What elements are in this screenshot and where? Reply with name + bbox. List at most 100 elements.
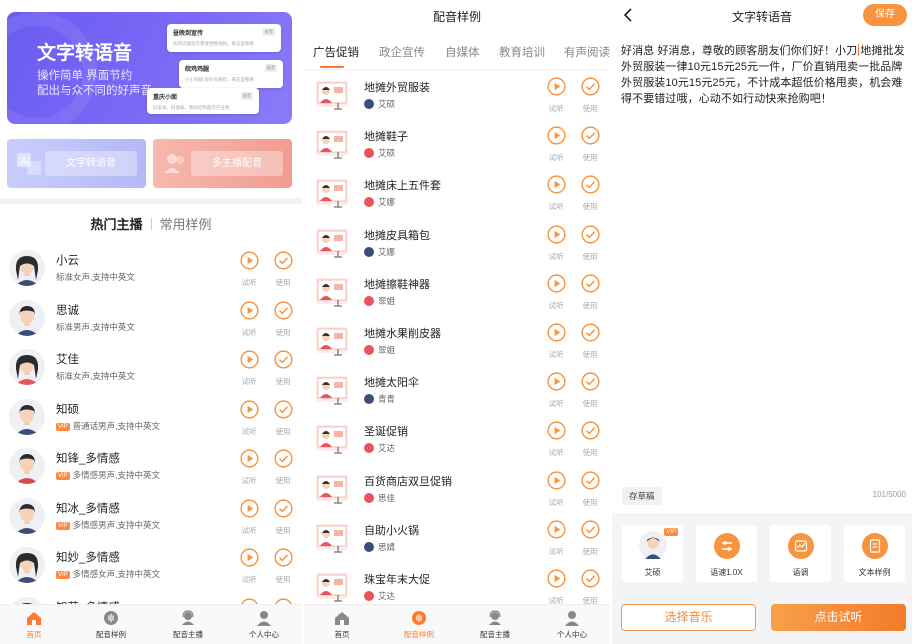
banner-card-title: 昼晚到宣传 xyxy=(173,31,204,37)
tab-anchors[interactable]: 配音主播 xyxy=(158,610,218,640)
listen-button[interactable]: 试听 xyxy=(238,300,260,338)
sample-row[interactable]: 圣诞促销 艾达 试听 使用 xyxy=(304,414,610,463)
sample-row[interactable]: 地摊鞋子 艾硕 试听 使用 xyxy=(304,119,610,168)
use-button[interactable]: 使用 xyxy=(579,470,601,508)
listen-button[interactable]: 试听 xyxy=(545,224,567,262)
broadcaster-thumbnail-icon xyxy=(316,474,348,503)
voice-avatar-icon xyxy=(639,531,667,559)
anchor-list: 小云 标准女声,支持中英文 试听 使用 思诚 标准男声,支持中英文 试听 使用 艾佳 标准女声,支… xyxy=(0,244,302,640)
sample-row[interactable]: 地摊床上五件套 艾娜 试听 使用 xyxy=(304,168,610,217)
use-button[interactable]: 使用 xyxy=(272,449,294,486)
anchor-avatar xyxy=(9,497,45,534)
use-button[interactable]: 使用 xyxy=(579,372,601,409)
save-button[interactable]: 保存 xyxy=(863,4,907,26)
check-icon xyxy=(580,569,600,588)
use-button[interactable]: 使用 xyxy=(579,520,601,557)
listen-button[interactable]: 试听 xyxy=(545,175,567,212)
anchor-row[interactable]: 知硕 VIP 普通话男声,支持中英文 试听 使用 xyxy=(0,393,302,443)
anchor-row[interactable]: 知妙_多情感 VIP 多情感女声,支持中英文 试听 使用 xyxy=(0,541,302,591)
preview-button[interactable]: 点击试听 xyxy=(771,604,906,631)
tab-audiobook[interactable]: 有声阅读 xyxy=(564,44,610,60)
sample-row[interactable]: 地摊擦鞋神器 翠姐 试听 使用 xyxy=(304,267,610,316)
listen-button[interactable]: 试听 xyxy=(545,372,567,409)
tab-profile[interactable]: 个人中心 xyxy=(542,610,602,640)
tab-home[interactable]: 首页 xyxy=(312,610,372,640)
segment-hot-anchors[interactable]: 热门主播 xyxy=(90,217,142,232)
listen-button[interactable]: 试听 xyxy=(238,449,260,486)
use-button[interactable]: 使用 xyxy=(272,498,294,536)
check-icon xyxy=(580,372,600,391)
sample-row[interactable]: 地摊太阳伞 青青 试听 使用 xyxy=(304,365,610,414)
sample-row[interactable]: 地摊水果削皮器 翠姐 试听 使用 xyxy=(304,316,610,365)
use-button[interactable]: 使用 xyxy=(579,175,601,212)
anchor-row[interactable]: 小云 标准女声,支持中英文 试听 使用 xyxy=(0,244,302,294)
sample-voice-name: 艾娜 xyxy=(378,197,396,208)
listen-button[interactable]: 试听 xyxy=(238,548,260,585)
home-banner[interactable]: 文字转语音 操作简单 界面节约 配出与众不同的好声音 昼晚到宣传 您的店铺是否需… xyxy=(7,12,292,124)
select-music-button[interactable]: 选择音乐 xyxy=(621,604,756,631)
tab-home[interactable]: 首页 xyxy=(4,610,64,640)
use-label: 使用 xyxy=(582,546,598,556)
use-button[interactable]: 使用 xyxy=(579,421,601,458)
use-button[interactable]: 使用 xyxy=(272,548,294,585)
tab-ads[interactable]: 广告促销 xyxy=(313,44,359,60)
tab-education[interactable]: 教育培训 xyxy=(499,44,545,60)
use-button[interactable]: 使用 xyxy=(272,350,294,387)
listen-button[interactable]: 试听 xyxy=(545,470,567,508)
voice-option[interactable]: VIP 艾硕 xyxy=(622,525,683,582)
sample-row[interactable]: 百货商店双旦促销 思佳 试听 使用 xyxy=(304,464,610,513)
tab-label: 个人中心 xyxy=(557,630,587,639)
user-icon xyxy=(565,611,579,626)
text-sample-option[interactable]: 文本样例 xyxy=(844,525,905,582)
listen-label: 试听 xyxy=(548,104,564,113)
listen-button[interactable]: 试听 xyxy=(238,399,260,437)
play-icon xyxy=(239,548,259,567)
tab-samples[interactable]: 配音样例 xyxy=(389,610,449,640)
speed-option[interactable]: 语速1.0X xyxy=(696,525,757,582)
sample-name: 自助小火锅 xyxy=(364,524,419,537)
script-text-area[interactable]: 好消息 好消息，尊敬的顾客朋友们你们好！小刀 地摊批发外贸服装一律10元15元25… xyxy=(621,43,906,107)
listen-button[interactable]: 试听 xyxy=(545,126,567,163)
anchor-row[interactable]: 知锋_多情感 VIP 多情感男声,支持中英文 试听 使用 xyxy=(0,442,302,492)
tab-label: 配音样例 xyxy=(404,630,434,639)
sample-row[interactable]: 地摊外贸服装 艾硕 试听 使用 xyxy=(304,70,610,119)
use-button[interactable]: 使用 xyxy=(579,569,601,606)
waveform-icon xyxy=(412,611,426,625)
listen-button[interactable]: 试听 xyxy=(545,520,567,557)
listen-button[interactable]: 试听 xyxy=(545,569,567,606)
use-button[interactable]: 使用 xyxy=(579,323,601,360)
listen-button[interactable]: 试听 xyxy=(545,323,567,360)
tab-self-media[interactable]: 自媒体 xyxy=(445,44,480,60)
use-label: 使用 xyxy=(582,399,598,409)
listen-button[interactable]: 试听 xyxy=(545,77,567,114)
anchor-desc-text: 标准男声,支持中英文 xyxy=(56,321,135,332)
anchor-row[interactable]: 思诚 标准男声,支持中英文 试听 使用 xyxy=(0,294,302,344)
listen-button[interactable]: 试听 xyxy=(238,251,260,288)
tts-entry-tile[interactable]: A 文字转语音 xyxy=(7,139,146,188)
use-button[interactable]: 使用 xyxy=(272,300,294,338)
listen-button[interactable]: 试听 xyxy=(238,498,260,536)
sample-row[interactable]: 地摊皮具箱包 艾娜 试听 使用 xyxy=(304,218,610,267)
sample-row[interactable]: 自助小火锅 思婧 试听 使用 xyxy=(304,513,610,562)
bottom-tab-bar: 首页 配音样例 配音主播 个人中心 xyxy=(304,604,610,644)
use-button[interactable]: 使用 xyxy=(272,399,294,437)
anchor-row[interactable]: 艾佳 标准女声,支持中英文 试听 使用 xyxy=(0,343,302,393)
listen-button[interactable]: 试听 xyxy=(545,421,567,458)
tab-profile[interactable]: 个人中心 xyxy=(234,610,294,640)
use-button[interactable]: 使用 xyxy=(579,126,601,163)
save-draft-button[interactable]: 存草稿 xyxy=(622,487,662,505)
listen-label: 试听 xyxy=(241,377,257,386)
use-button[interactable]: 使用 xyxy=(579,224,601,262)
pitch-option[interactable]: 语调 xyxy=(770,525,831,582)
listen-button[interactable]: 试听 xyxy=(545,274,567,311)
segment-common-samples[interactable]: 常用样例 xyxy=(160,217,212,232)
tab-anchors[interactable]: 配音主播 xyxy=(465,610,525,640)
use-button[interactable]: 使用 xyxy=(272,251,294,288)
multi-anchor-entry-tile[interactable]: 多主播配音 xyxy=(153,139,292,188)
use-button[interactable]: 使用 xyxy=(579,77,601,114)
tab-government[interactable]: 政企宣传 xyxy=(379,44,425,60)
tab-samples[interactable]: 配音样例 xyxy=(81,610,141,640)
use-button[interactable]: 使用 xyxy=(579,274,601,311)
listen-button[interactable]: 试听 xyxy=(238,350,260,387)
anchor-row[interactable]: 知冰_多情感 VIP 多情感男声,支持中英文 试听 使用 xyxy=(0,492,302,542)
